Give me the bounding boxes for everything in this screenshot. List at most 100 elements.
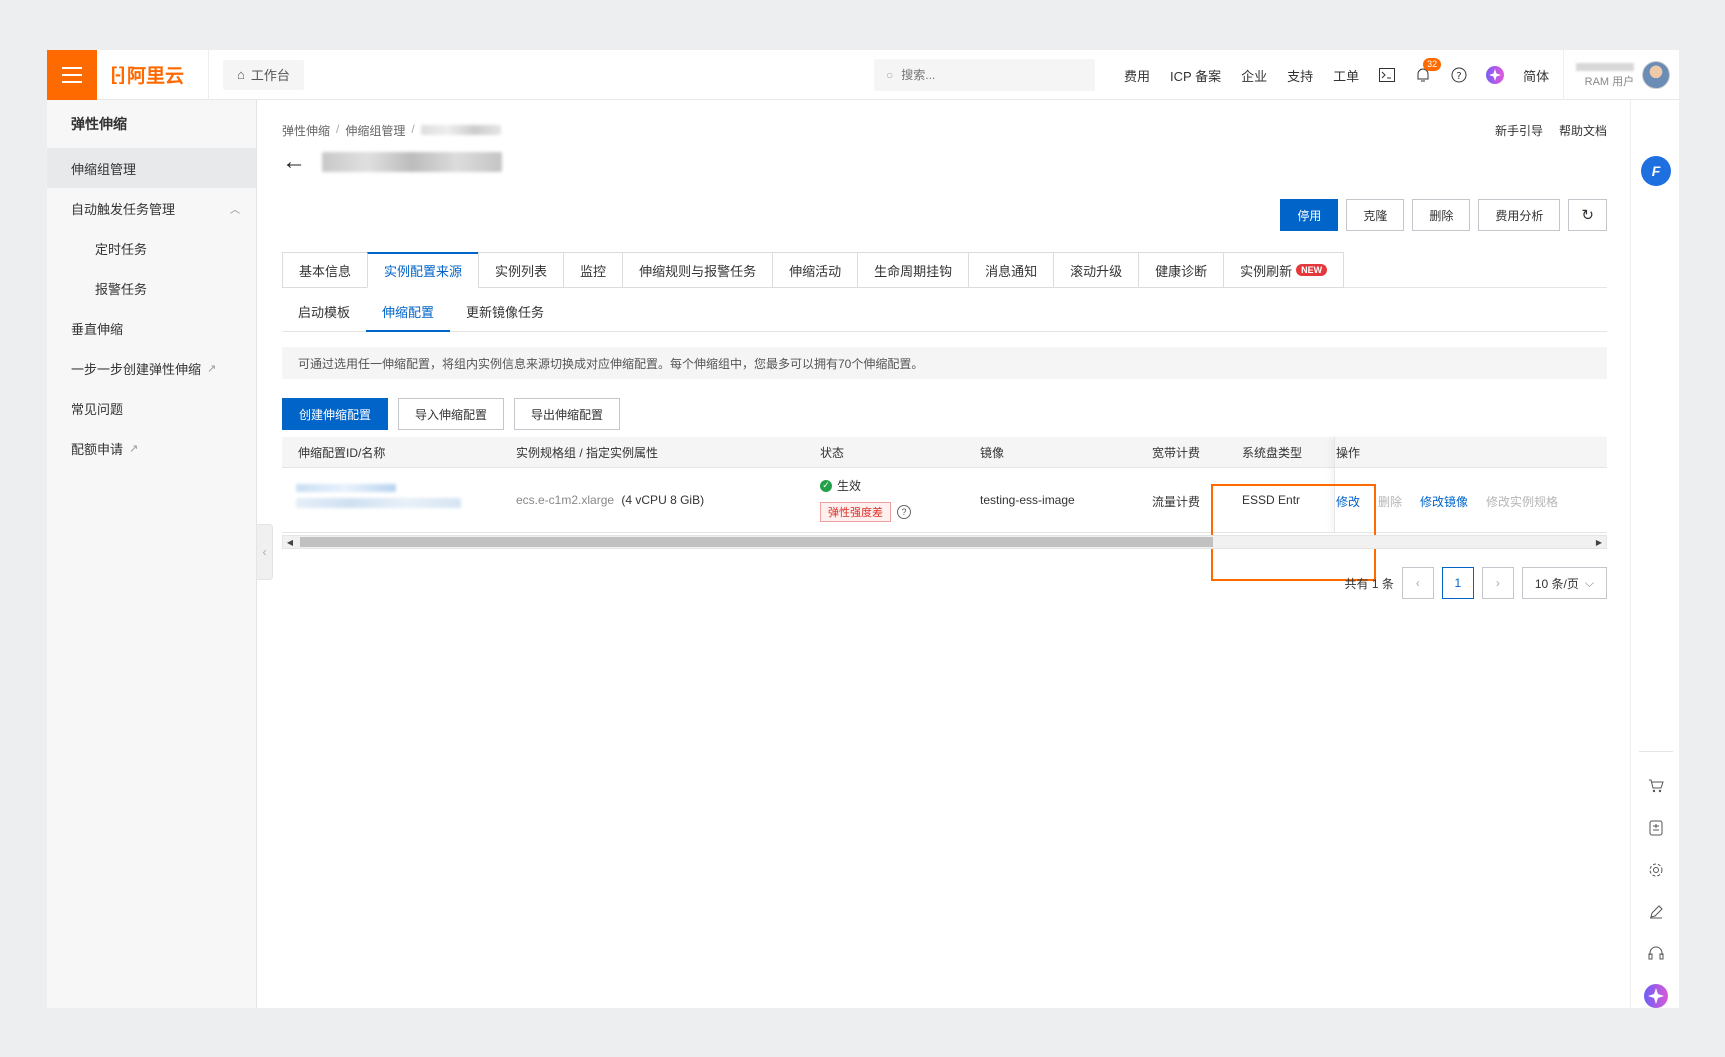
f-assistant-icon[interactable]: F bbox=[1641, 156, 1671, 186]
modify-spec-link[interactable]: 修改实例规格 bbox=[1486, 493, 1558, 510]
refresh-button[interactable]: ↻ bbox=[1568, 199, 1607, 231]
delete-button[interactable]: 删除 bbox=[1412, 199, 1471, 231]
status-label: 生效 bbox=[837, 479, 862, 493]
config-id-redacted bbox=[296, 484, 461, 508]
docs-link[interactable]: 帮助文档 bbox=[1559, 122, 1607, 139]
search-input[interactable] bbox=[901, 68, 1072, 82]
tab-instance-config-source[interactable]: 实例配置来源 bbox=[367, 252, 479, 288]
ai-assistant-icon[interactable] bbox=[1643, 983, 1669, 1008]
sidebar-item-scaling-groups[interactable]: 伸缩组管理 bbox=[47, 148, 256, 188]
guide-link[interactable]: 新手引导 bbox=[1495, 122, 1543, 139]
next-page-button[interactable]: › bbox=[1481, 567, 1514, 599]
ops-cell: 修改 删除 修改镜像 修改实例规格 bbox=[1336, 493, 1558, 510]
tab-health-diagnosis[interactable]: 健康诊断 bbox=[1138, 252, 1224, 288]
sidebar-collapse-button[interactable]: ‹ bbox=[257, 524, 273, 580]
page-size-label: 10 条/页 bbox=[1534, 576, 1579, 591]
modify-link[interactable]: 修改 bbox=[1336, 493, 1360, 510]
aliyun-logo[interactable]: [-] 阿里云 bbox=[97, 50, 209, 100]
scroll-thumb[interactable] bbox=[300, 537, 1213, 547]
calculator-icon[interactable] bbox=[1643, 815, 1669, 841]
scroll-right-icon[interactable]: ▶ bbox=[1592, 538, 1606, 547]
right-rail: F › bbox=[1630, 100, 1679, 1008]
nav-icp[interactable]: ICP 备案 bbox=[1160, 66, 1231, 85]
console-window: [-] 阿里云 ⌂ 工作台 ○ 费用 ICP 备案 企业 支持 工单 32 ? bbox=[47, 50, 1679, 1008]
modify-image-link[interactable]: 修改镜像 bbox=[1420, 493, 1468, 510]
subtab-scaling-config[interactable]: 伸缩配置 bbox=[366, 302, 451, 332]
nav-support[interactable]: 支持 bbox=[1277, 66, 1323, 85]
sidebar-item-quota[interactable]: 配额申请 ↗ bbox=[47, 428, 256, 468]
horizontal-scrollbar[interactable]: ◀ ▶ bbox=[282, 535, 1607, 549]
breadcrumb-redacted-group bbox=[420, 125, 501, 135]
sidebar-item-label: 伸缩组管理 bbox=[71, 161, 137, 177]
menu-icon[interactable] bbox=[47, 50, 97, 100]
sidebar-item-auto-tasks[interactable]: 自动触发任务管理 ︿ bbox=[47, 188, 256, 228]
main-tabs: 基本信息 实例配置来源 实例列表 监控 伸缩规则与报警任务 伸缩活动 生命周期挂… bbox=[282, 252, 1607, 288]
terminal-icon[interactable] bbox=[1369, 68, 1405, 82]
tab-lifecycle-hooks[interactable]: 生命周期挂钩 bbox=[857, 252, 969, 288]
bell-icon[interactable]: 32 bbox=[1405, 58, 1442, 83]
rail-divider bbox=[1639, 751, 1673, 752]
breadcrumb-scaling[interactable]: 弹性伸缩 bbox=[282, 122, 330, 139]
sidebar-item-label: 报警任务 bbox=[95, 281, 148, 297]
headset-icon[interactable] bbox=[1643, 941, 1669, 967]
page-size-select[interactable]: 10 条/页 ⌵ bbox=[1521, 567, 1607, 599]
tab-rolling-upgrade[interactable]: 滚动升级 bbox=[1053, 252, 1139, 288]
col-header-bandwidth: 宽带计费 bbox=[1152, 445, 1201, 460]
global-search[interactable]: ○ bbox=[874, 59, 1095, 91]
subtab-update-image-tasks[interactable]: 更新镜像任务 bbox=[450, 302, 560, 332]
chevron-left-icon: ‹ bbox=[262, 545, 267, 559]
clone-button[interactable]: 克隆 bbox=[1346, 199, 1405, 231]
nav-enterprise[interactable]: 企业 bbox=[1231, 66, 1277, 85]
prev-page-button[interactable]: ‹ bbox=[1401, 567, 1434, 599]
bandwidth-cell: 流量计费 bbox=[1152, 495, 1201, 509]
cost-analysis-button[interactable]: 费用分析 bbox=[1478, 199, 1561, 231]
instance-spec: (4 vCPU 8 GiB) bbox=[621, 493, 705, 507]
tab-instance-refresh[interactable]: 实例刷新 NEW bbox=[1223, 252, 1345, 288]
settings-icon[interactable] bbox=[1643, 857, 1669, 883]
sidebar-item-alarm-tasks[interactable]: 报警任务 bbox=[47, 268, 256, 308]
tab-instance-list[interactable]: 实例列表 bbox=[478, 252, 564, 288]
tab-scaling-rules[interactable]: 伸缩规则与报警任务 bbox=[622, 252, 773, 288]
avatar[interactable] bbox=[1642, 61, 1671, 89]
sidebar-item-faq[interactable]: 常见问题 bbox=[47, 388, 256, 428]
col-header-ops: 操作 bbox=[1336, 445, 1361, 460]
user-menu[interactable]: RAM 用户 bbox=[1568, 60, 1671, 90]
notification-badge: 32 bbox=[1423, 58, 1442, 71]
col-header-spec: 实例规格组 / 指定实例属性 bbox=[516, 445, 659, 460]
create-config-button[interactable]: 创建伸缩配置 bbox=[282, 398, 389, 430]
aliyun-mark-icon: [-] bbox=[111, 64, 125, 84]
scroll-left-icon[interactable]: ◀ bbox=[283, 538, 297, 547]
import-config-button[interactable]: 导入伸缩配置 bbox=[398, 398, 505, 430]
help-icon[interactable]: ? bbox=[1441, 67, 1477, 83]
external-link-icon: ↗ bbox=[129, 442, 139, 455]
export-config-button[interactable]: 导出伸缩配置 bbox=[514, 398, 621, 430]
subtab-launch-template[interactable]: 启动模板 bbox=[282, 302, 366, 332]
config-table: 伸缩配置ID/名称 实例规格组 / 指定实例属性 状态 镜像 宽带计费 系统盘类… bbox=[282, 437, 1607, 533]
nav-fees[interactable]: 费用 bbox=[1114, 66, 1160, 85]
tab-monitoring[interactable]: 监控 bbox=[563, 252, 623, 288]
page-title-row: ← bbox=[282, 150, 502, 174]
cart-icon[interactable] bbox=[1643, 773, 1669, 799]
ai-assistant-icon[interactable] bbox=[1477, 65, 1513, 85]
tab-notifications[interactable]: 消息通知 bbox=[968, 252, 1054, 288]
sidebar-item-vertical-scaling[interactable]: 垂直伸缩 bbox=[47, 308, 256, 348]
page-1-button[interactable]: 1 bbox=[1441, 567, 1474, 599]
back-arrow-icon[interactable]: ← bbox=[282, 150, 306, 174]
col-header-image: 镜像 bbox=[980, 445, 1005, 460]
sidebar-item-step-by-step[interactable]: 一步一步创建弹性伸缩 ↗ bbox=[47, 348, 256, 388]
top-nav: 费用 ICP 备案 企业 支持 工单 32 ? 简体 RAM 用户 bbox=[1114, 50, 1671, 100]
sidebar-item-label: 配额申请 bbox=[71, 441, 124, 457]
lang-switch[interactable]: 简体 bbox=[1513, 66, 1559, 85]
workbench-button[interactable]: ⌂ 工作台 bbox=[223, 59, 304, 90]
nav-ticket[interactable]: 工单 bbox=[1323, 66, 1369, 85]
edit-icon[interactable] bbox=[1643, 899, 1669, 925]
sidebar-item-scheduled-tasks[interactable]: 定时任务 bbox=[47, 228, 256, 268]
tab-scaling-activities[interactable]: 伸缩活动 bbox=[772, 252, 858, 288]
delete-link[interactable]: 删除 bbox=[1378, 493, 1402, 510]
tab-instance-refresh-label: 实例刷新 bbox=[1240, 263, 1293, 279]
tab-basic-info[interactable]: 基本信息 bbox=[282, 252, 368, 288]
breadcrumb-groups[interactable]: 伸缩组管理 bbox=[345, 122, 405, 139]
question-circle-icon[interactable]: ? bbox=[897, 505, 911, 519]
sidebar-item-label: 垂直伸缩 bbox=[71, 321, 124, 337]
disable-button[interactable]: 停用 bbox=[1280, 199, 1339, 231]
